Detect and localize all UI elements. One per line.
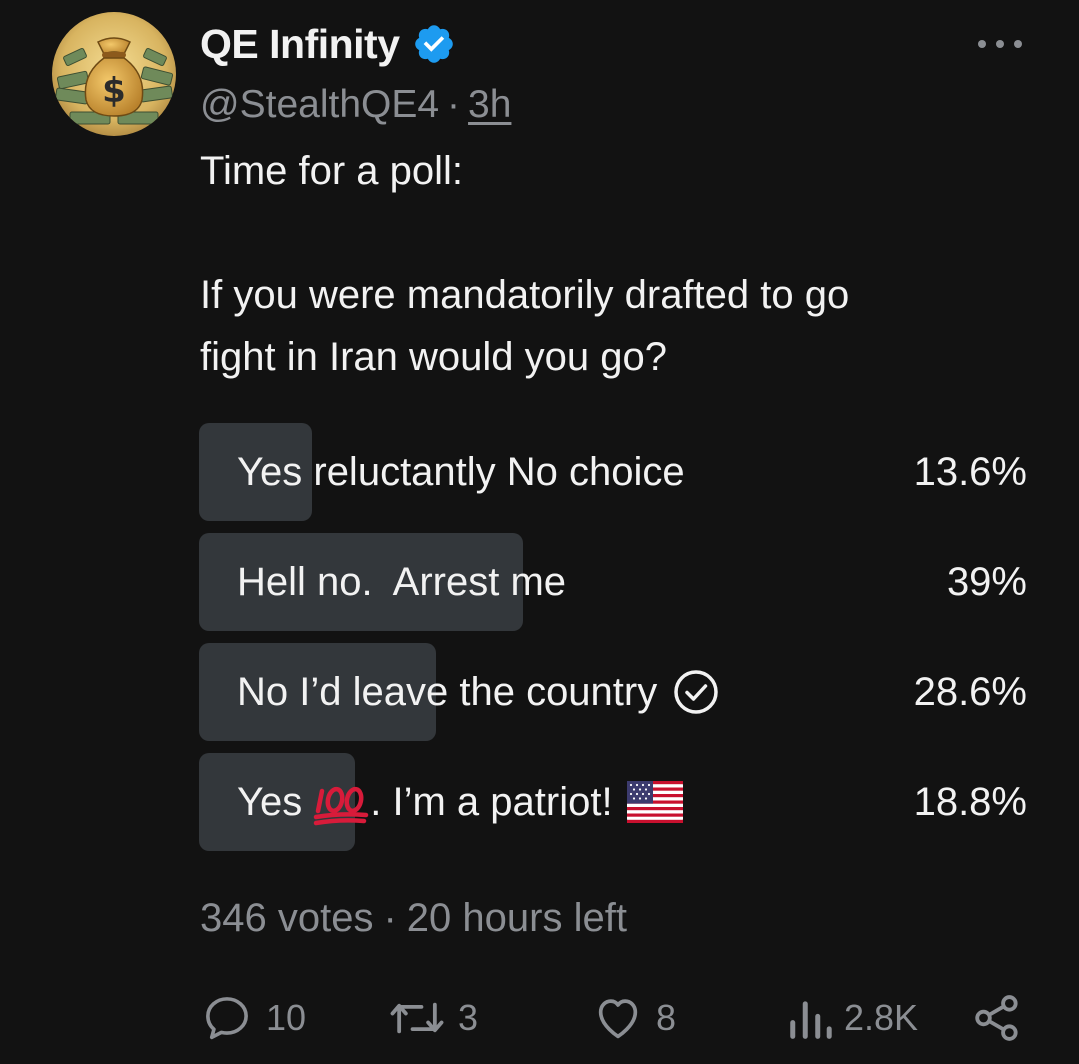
poll-option-1[interactable]: Yes reluctantly No choice 13.6%: [199, 423, 1029, 521]
more-dots-icon: [978, 40, 1022, 48]
heart-icon: [598, 999, 638, 1039]
check-circle-icon: [674, 670, 718, 714]
poll-option-label: Hell no. Arrest me: [237, 533, 566, 631]
poll-option-2[interactable]: Hell no. Arrest me 39%: [199, 533, 1029, 631]
us-flag-emoji-icon: [626, 781, 683, 823]
poll-option-label: No I’d leave the country: [237, 643, 721, 741]
poll-option-label: Yes . I’m a patriot!: [237, 753, 683, 851]
author-avatar[interactable]: $: [52, 12, 176, 136]
money-bag-avatar-image: $: [52, 12, 176, 136]
poll-option-3[interactable]: No I’d leave the country 28.6%: [199, 643, 1029, 741]
post-text-line-1: Time for a poll:: [200, 149, 464, 193]
post-text-line-3: fight in Iran would you go?: [200, 335, 667, 379]
reply-count: 10: [266, 997, 307, 1038]
poll-option-text: Hell no. Arrest me: [237, 559, 567, 604]
share-icon: [975, 995, 1018, 1041]
separator-dot: ·: [383, 895, 397, 940]
poll-option-percent: 39%: [946, 559, 1027, 604]
views-button[interactable]: 2.8K: [786, 990, 918, 1046]
poll-option-label: Yes reluctantly No choice: [237, 423, 685, 521]
repost-count: 3: [458, 997, 479, 1038]
poll-option-text: No I’d leave the country: [237, 669, 658, 714]
verified-badge-icon: [414, 25, 453, 63]
post-text: Time for a poll: If you were mandatorily…: [200, 140, 1020, 388]
poll-time-left: 20 hours left: [406, 895, 627, 940]
author-handle[interactable]: @StealthQE4: [200, 83, 439, 127]
svg-text:$: $: [102, 71, 126, 111]
like-count: 8: [656, 997, 677, 1038]
post-text-blank-line: [200, 202, 1020, 264]
poll-option-percent: 13.6%: [913, 449, 1027, 494]
poll-vote-count: 346 votes: [200, 895, 374, 940]
repost-button[interactable]: 3: [388, 990, 478, 1046]
post-timestamp-link[interactable]: 3h: [468, 83, 511, 127]
post-text-line-2: If you were mandatorily drafted to go: [200, 273, 850, 317]
reply-icon: [206, 997, 248, 1040]
more-options-button[interactable]: [970, 28, 1030, 60]
author-name-row: QE Infinity: [200, 18, 456, 70]
reply-button[interactable]: 10: [200, 990, 306, 1046]
poll-option-percent: 28.6%: [913, 669, 1027, 714]
poll-option-percent: 18.8%: [913, 779, 1027, 824]
poll-option-4[interactable]: Yes . I’m a patriot! 18.8%: [199, 753, 1029, 851]
share-button[interactable]: [970, 990, 1024, 1046]
hundred-points-emoji-icon: [314, 786, 369, 826]
poll-option-text-start: Yes: [237, 779, 303, 824]
like-button[interactable]: 8: [592, 990, 676, 1046]
view-count: 2.8K: [844, 997, 919, 1038]
poll-option-text-end: . I’m a patriot!: [370, 779, 613, 824]
views-icon: [790, 1001, 832, 1039]
separator-dot: ·: [447, 83, 461, 126]
poll-meta: 346 votes · 20 hours left: [200, 890, 627, 946]
poll-option-text: Yes reluctantly No choice: [237, 449, 685, 494]
repost-icon: [390, 1002, 444, 1034]
author-handle-row: @StealthQE4 · 3h: [200, 80, 511, 130]
author-name[interactable]: QE Infinity: [200, 21, 400, 68]
post-action-bar: 10 3 8 2.8K: [0, 990, 1079, 1046]
